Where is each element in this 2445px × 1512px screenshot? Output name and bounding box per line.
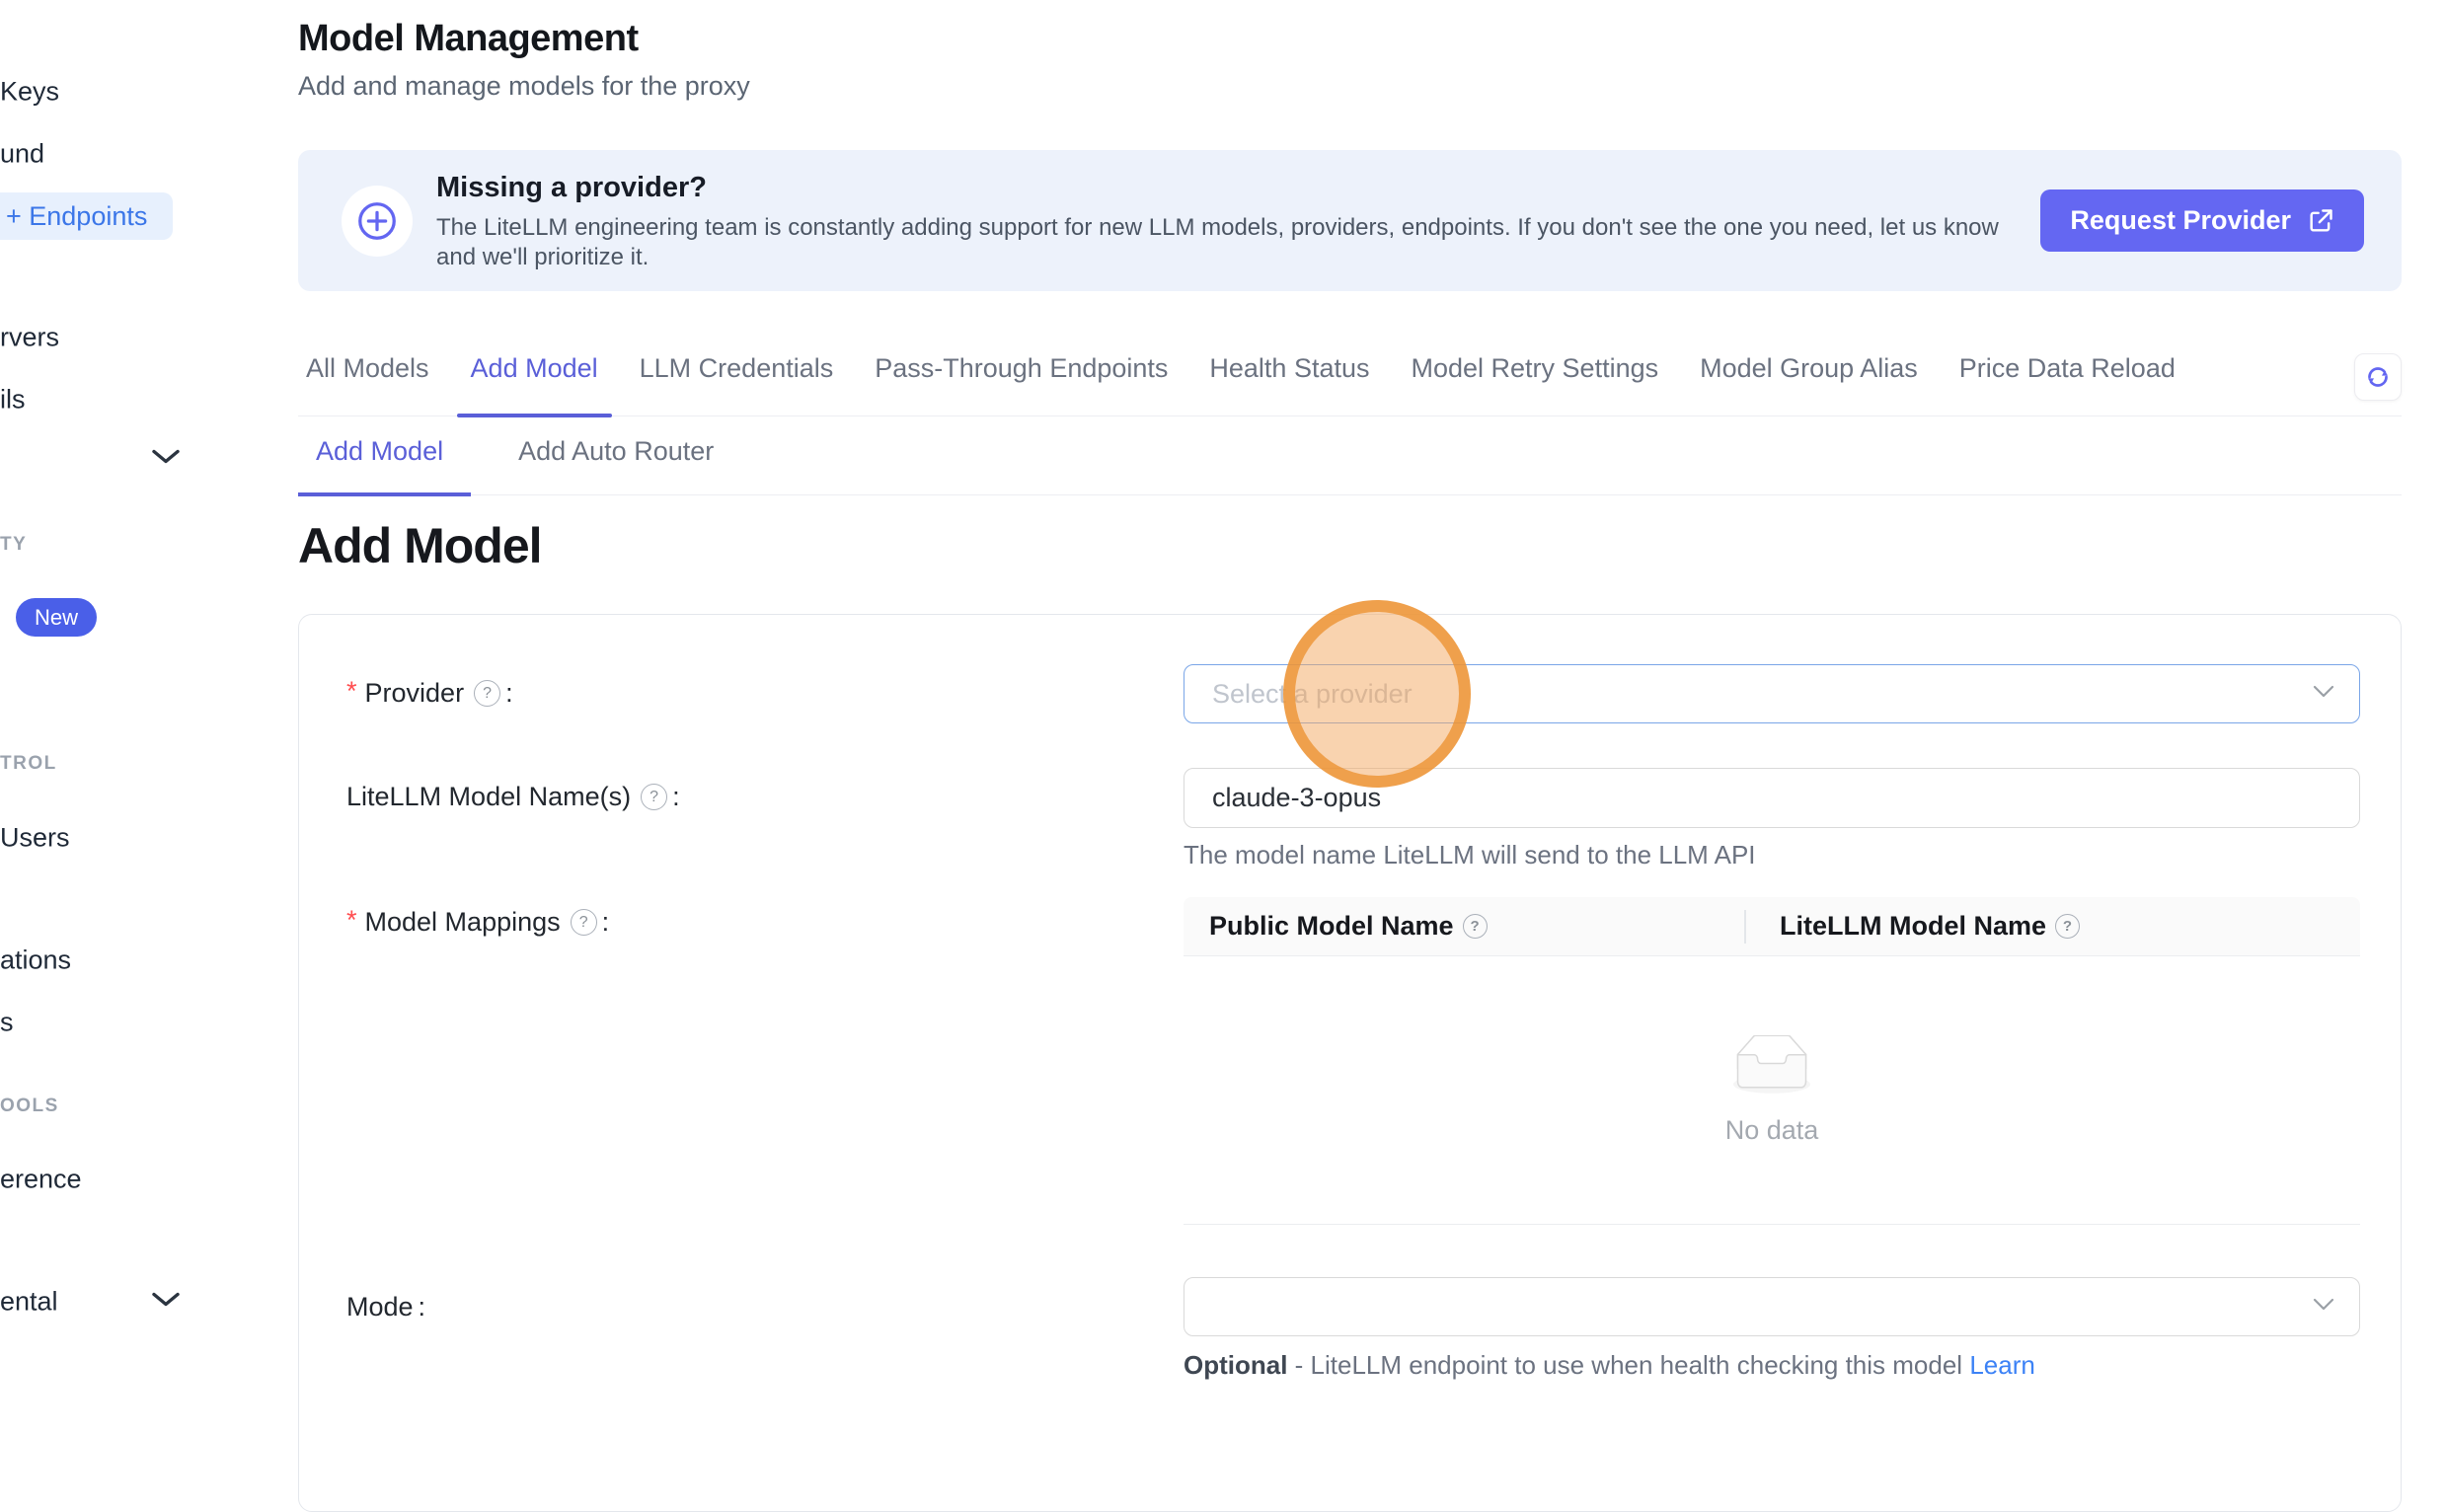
- sidebar-item-ils[interactable]: ils: [0, 385, 26, 416]
- mode-helper: Optional - LiteLLM endpoint to use when …: [1184, 1350, 2035, 1381]
- required-mark: *: [346, 905, 357, 936]
- provider-label: * Provider ? :: [346, 678, 513, 709]
- model-tabs: All Models Add Model LLM Credentials Pas…: [298, 353, 2402, 416]
- tab-price-data-reload[interactable]: Price Data Reload: [1959, 353, 2176, 416]
- banner-title: Missing a provider?: [436, 172, 707, 204]
- mode-label-text: Mode: [346, 1292, 414, 1323]
- tab-add-model[interactable]: Add Model: [471, 353, 598, 416]
- label-colon: :: [419, 1292, 426, 1323]
- mode-select-input[interactable]: [1184, 1278, 2359, 1335]
- column-divider: [1744, 910, 1746, 944]
- model-name-label-text: LiteLLM Model Name(s): [346, 782, 631, 812]
- sidebar-item-und[interactable]: und: [0, 139, 44, 170]
- tab-model-group-alias[interactable]: Model Group Alias: [1700, 353, 1918, 416]
- tab-pass-through-endpoints[interactable]: Pass-Through Endpoints: [875, 353, 1168, 416]
- mode-helper-text: - LiteLLM endpoint to use when health ch…: [1287, 1350, 1969, 1380]
- chevron-down-icon[interactable]: [148, 446, 184, 473]
- new-badge: New: [16, 598, 97, 637]
- external-link-icon: [2307, 207, 2334, 235]
- tab-model-retry-settings[interactable]: Model Retry Settings: [1412, 353, 1659, 416]
- empty-inbox-icon: [1724, 1035, 1819, 1101]
- sidebar-section-trol: TROL: [0, 753, 57, 775]
- learn-link[interactable]: Learn: [1969, 1350, 2035, 1380]
- sidebar-item-erence[interactable]: erence: [0, 1165, 82, 1195]
- provider-select[interactable]: [1184, 664, 2360, 723]
- provider-select-input[interactable]: [1184, 665, 2359, 722]
- help-icon[interactable]: ?: [2055, 914, 2080, 939]
- add-model-subtabs: Add Model Add Auto Router: [298, 434, 2402, 495]
- label-colon: :: [505, 678, 513, 709]
- label-colon: :: [602, 907, 610, 938]
- sidebar-section-ty: TY: [0, 534, 27, 556]
- add-model-heading: Add Model: [298, 517, 542, 574]
- help-icon[interactable]: ?: [1463, 914, 1488, 939]
- required-mark: *: [346, 676, 357, 707]
- tab-llm-credentials[interactable]: LLM Credentials: [640, 353, 834, 416]
- banner-body: The LiteLLM engineering team is constant…: [436, 213, 2025, 272]
- help-icon[interactable]: ?: [474, 680, 500, 707]
- no-data-text: No data: [1725, 1115, 1819, 1146]
- help-icon[interactable]: ?: [641, 784, 667, 810]
- page-title: Model Management: [298, 18, 639, 60]
- sidebar-item-endpoints-active[interactable]: + Endpoints: [0, 192, 173, 240]
- plus-circle-icon: [342, 186, 413, 257]
- sidebar-item-ations[interactable]: ations: [0, 945, 71, 976]
- chevron-down-icon[interactable]: [148, 1289, 184, 1316]
- column-label: Public Model Name: [1209, 911, 1454, 942]
- model-name-helper: The model name LiteLLM will send to the …: [1184, 840, 1756, 870]
- mappings-table-header: Public Model Name ? LiteLLM Model Name ?: [1184, 897, 2360, 956]
- page-subtitle: Add and manage models for the proxy: [298, 71, 750, 102]
- mode-label: Mode :: [346, 1292, 425, 1323]
- model-name-label: LiteLLM Model Name(s) ? :: [346, 782, 680, 812]
- mode-helper-optional: Optional: [1184, 1350, 1287, 1380]
- model-mappings-table: Public Model Name ? LiteLLM Model Name ?: [1184, 897, 2360, 1225]
- sidebar-item-users[interactable]: Users: [0, 823, 70, 854]
- model-mappings-label-text: Model Mappings: [365, 907, 561, 938]
- column-label: LiteLLM Model Name: [1780, 911, 2046, 942]
- refresh-button[interactable]: [2354, 353, 2402, 401]
- tab-all-models[interactable]: All Models: [306, 353, 429, 416]
- model-mappings-label: * Model Mappings ? :: [346, 907, 609, 938]
- provider-label-text: Provider: [365, 678, 465, 709]
- add-model-form: * Provider ? : LiteLLM Model Name(s) ? :…: [298, 614, 2402, 1512]
- column-litellm-model-name: LiteLLM Model Name ?: [1762, 911, 2080, 942]
- request-provider-label: Request Provider: [2070, 205, 2291, 236]
- sidebar-item-s[interactable]: s: [0, 1008, 14, 1038]
- mode-select[interactable]: [1184, 1277, 2360, 1336]
- refresh-icon: [2364, 363, 2392, 391]
- label-colon: :: [672, 782, 680, 812]
- model-name-field[interactable]: [1184, 768, 2360, 828]
- sidebar-item-rvers[interactable]: rvers: [0, 323, 59, 353]
- column-public-model-name: Public Model Name ?: [1184, 911, 1762, 942]
- subtab-add-model[interactable]: Add Model: [298, 434, 461, 494]
- mappings-empty-state: No data: [1184, 956, 2360, 1225]
- missing-provider-banner: Missing a provider? The LiteLLM engineer…: [298, 150, 2402, 291]
- sidebar-section-ools: OOLS: [0, 1096, 59, 1117]
- sidebar-item-keys[interactable]: Keys: [0, 77, 59, 108]
- subtab-add-auto-router[interactable]: Add Auto Router: [500, 434, 731, 494]
- help-icon[interactable]: ?: [571, 909, 597, 936]
- tab-health-status[interactable]: Health Status: [1209, 353, 1369, 416]
- model-name-input[interactable]: [1184, 769, 2359, 827]
- request-provider-button[interactable]: Request Provider: [2040, 189, 2364, 252]
- sidebar-item-ental[interactable]: ental: [0, 1287, 58, 1318]
